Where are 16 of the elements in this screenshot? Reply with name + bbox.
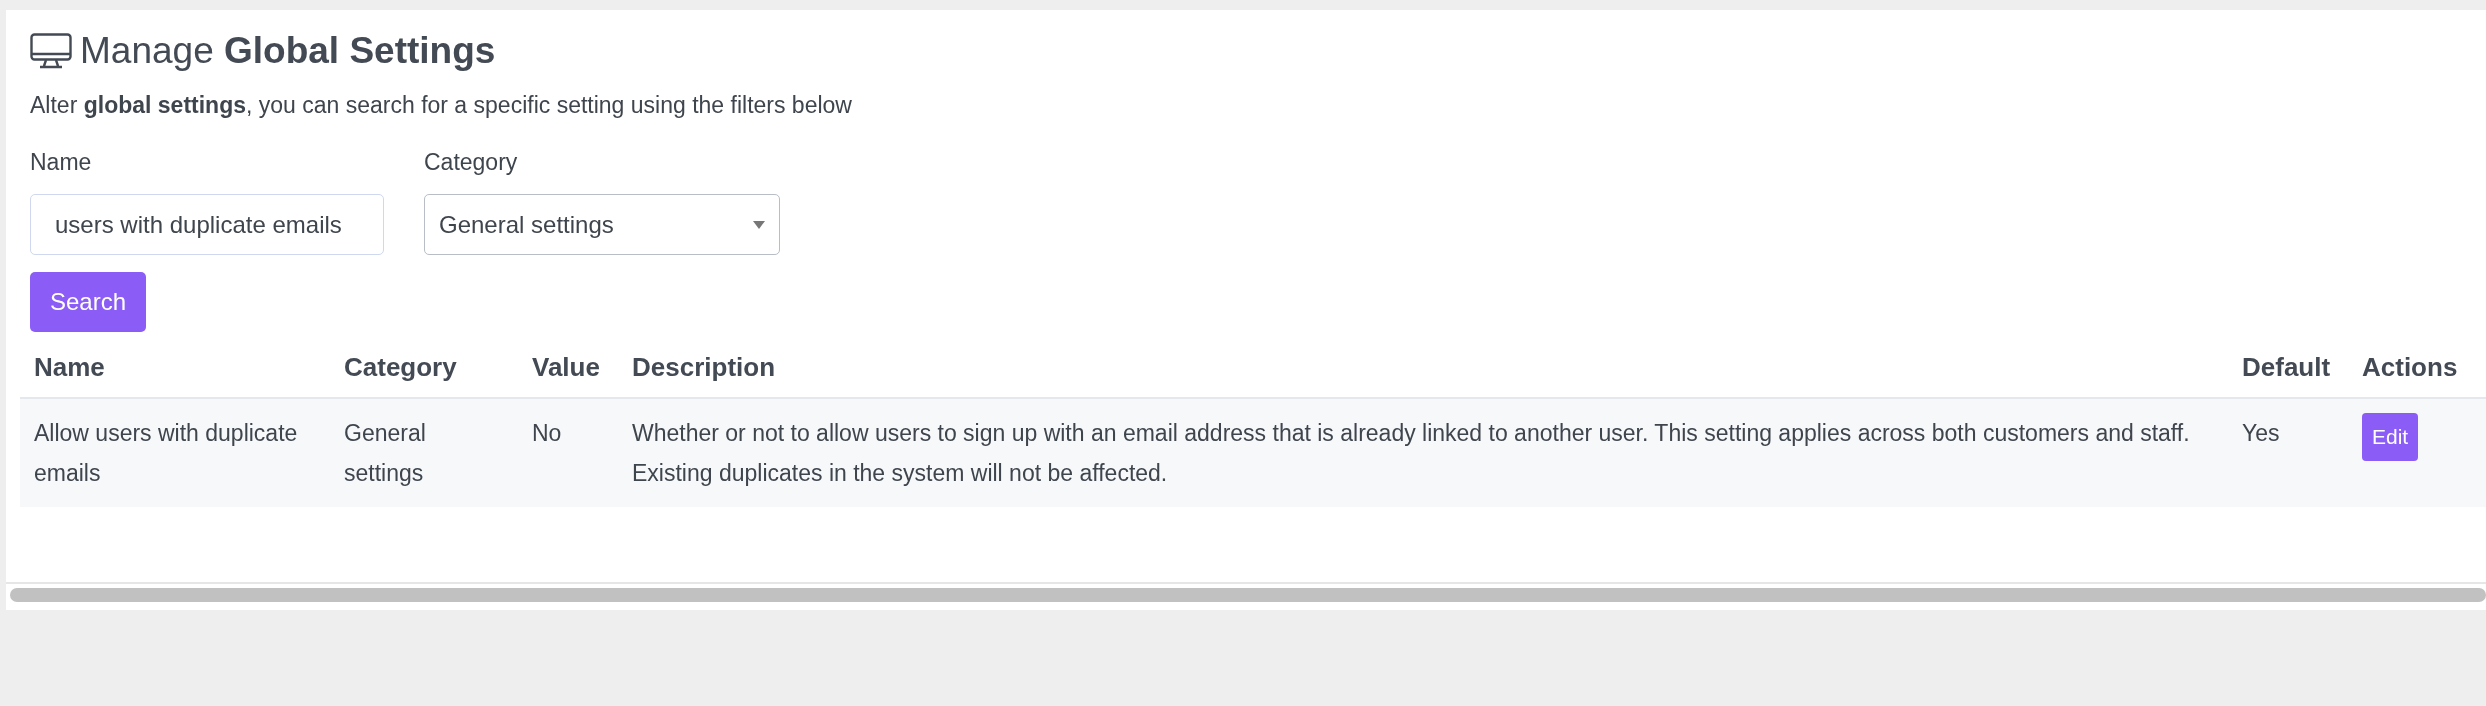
table-cell: Allow users with duplicate emails bbox=[20, 398, 330, 507]
table-cell: Whether or not to allow users to sign up with an email address that is already linked to another user. This setting applies across both customers and staff. Existing duplicates in the system will not be affected. bbox=[618, 398, 2228, 507]
field-label: Category bbox=[424, 149, 519, 176]
monitor-icon bbox=[30, 33, 72, 69]
table-cell: General settings bbox=[330, 398, 518, 507]
field-label: Name bbox=[30, 149, 93, 176]
table-cell: Yes bbox=[2228, 398, 2348, 507]
scrollbar[interactable] bbox=[10, 588, 2486, 602]
caret-icon bbox=[753, 220, 765, 229]
category-dropdown[interactable]: General settings bbox=[424, 194, 780, 255]
search-button[interactable]: Search bbox=[30, 272, 147, 332]
name-field[interactable]: users with duplicate emails bbox=[30, 194, 384, 255]
page-title: Manage Global Settings bbox=[80, 30, 496, 72]
intro-text: Alter global settings, you can search for a specific setting using the filters below bbox=[30, 92, 853, 119]
edit-button[interactable]: Edit bbox=[2362, 413, 2419, 461]
table-cell: No bbox=[518, 398, 618, 507]
